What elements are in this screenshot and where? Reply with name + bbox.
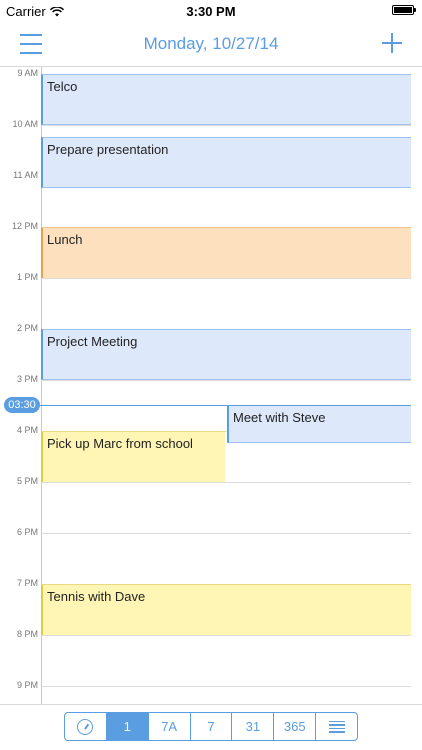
event-title: Meet with Steve (233, 410, 326, 425)
hour-label: 11 AM (13, 170, 38, 180)
date-title[interactable]: Monday, 10/27/14 (0, 34, 422, 54)
calendar-app: Carrier 3:30 PM Monday, 10/27/14 9 AM 10… (0, 0, 422, 750)
event-telco[interactable]: Telco (41, 74, 411, 125)
list-view-segment[interactable] (316, 713, 357, 740)
hour-label: 10 AM (12, 119, 38, 129)
hour-line (41, 380, 411, 381)
hour-label: 7 PM (16, 578, 38, 588)
hour-label: 9 AM (17, 68, 38, 78)
add-event-icon[interactable] (382, 33, 402, 53)
current-time-line (38, 405, 411, 406)
event-prepare-presentation[interactable]: Prepare presentation (41, 137, 411, 188)
event-tennis-with-dave[interactable]: Tennis with Dave (41, 584, 411, 635)
current-time-badge: 03:30 (4, 397, 40, 413)
event-pick-up-marc[interactable]: Pick up Marc from school (41, 431, 225, 482)
year-view-segment[interactable]: 365 (274, 713, 317, 740)
hour-line (41, 278, 411, 279)
view-mode-segmented-control: 1 7A 7 31 365 (64, 712, 358, 741)
hour-label: 9 PM (16, 680, 38, 690)
week-view-segment[interactable]: 7 (191, 713, 233, 740)
day-timeline[interactable]: 9 AM 10 AM 11 AM 12 PM 1 PM 2 PM 3 PM 4 (0, 67, 422, 705)
hour-line (41, 635, 411, 636)
event-title: Pick up Marc from school (47, 436, 193, 451)
status-time: 3:30 PM (186, 4, 236, 19)
day-view-segment[interactable]: 1 (106, 713, 149, 740)
hour-label: 6 PM (16, 527, 38, 537)
hour-line (41, 482, 411, 483)
navigation-bar: Monday, 10/27/14 (0, 22, 422, 67)
seven-day-agenda-segment[interactable]: 7A (149, 713, 191, 740)
event-title: Lunch (47, 232, 83, 247)
hour-line (41, 686, 411, 687)
hour-label: 4 PM (16, 425, 38, 435)
battery-icon (392, 5, 416, 15)
dashboard-segment[interactable] (65, 713, 107, 740)
event-title: Project Meeting (47, 334, 138, 349)
event-meet-with-steve[interactable]: Meet with Steve (227, 405, 411, 443)
hour-label: 2 PM (16, 323, 38, 333)
month-view-segment[interactable]: 31 (232, 713, 275, 740)
list-icon (328, 720, 345, 733)
event-title: Telco (47, 79, 78, 94)
hour-label: 12 PM (11, 221, 38, 231)
hour-line (41, 125, 411, 126)
event-project-meeting[interactable]: Project Meeting (41, 329, 411, 380)
hour-label: 8 PM (16, 629, 38, 639)
hour-label: 5 PM (16, 476, 38, 486)
event-lunch[interactable]: Lunch (41, 227, 411, 278)
bottom-toolbar: 1 7A 7 31 365 (0, 704, 422, 750)
event-title: Prepare presentation (47, 142, 169, 157)
hour-line (41, 533, 411, 534)
gauge-icon (77, 718, 94, 735)
status-bar: Carrier 3:30 PM (0, 0, 422, 22)
hour-label: 1 PM (16, 272, 38, 282)
hour-label: 3 PM (16, 374, 38, 384)
event-title: Tennis with Dave (47, 589, 146, 604)
